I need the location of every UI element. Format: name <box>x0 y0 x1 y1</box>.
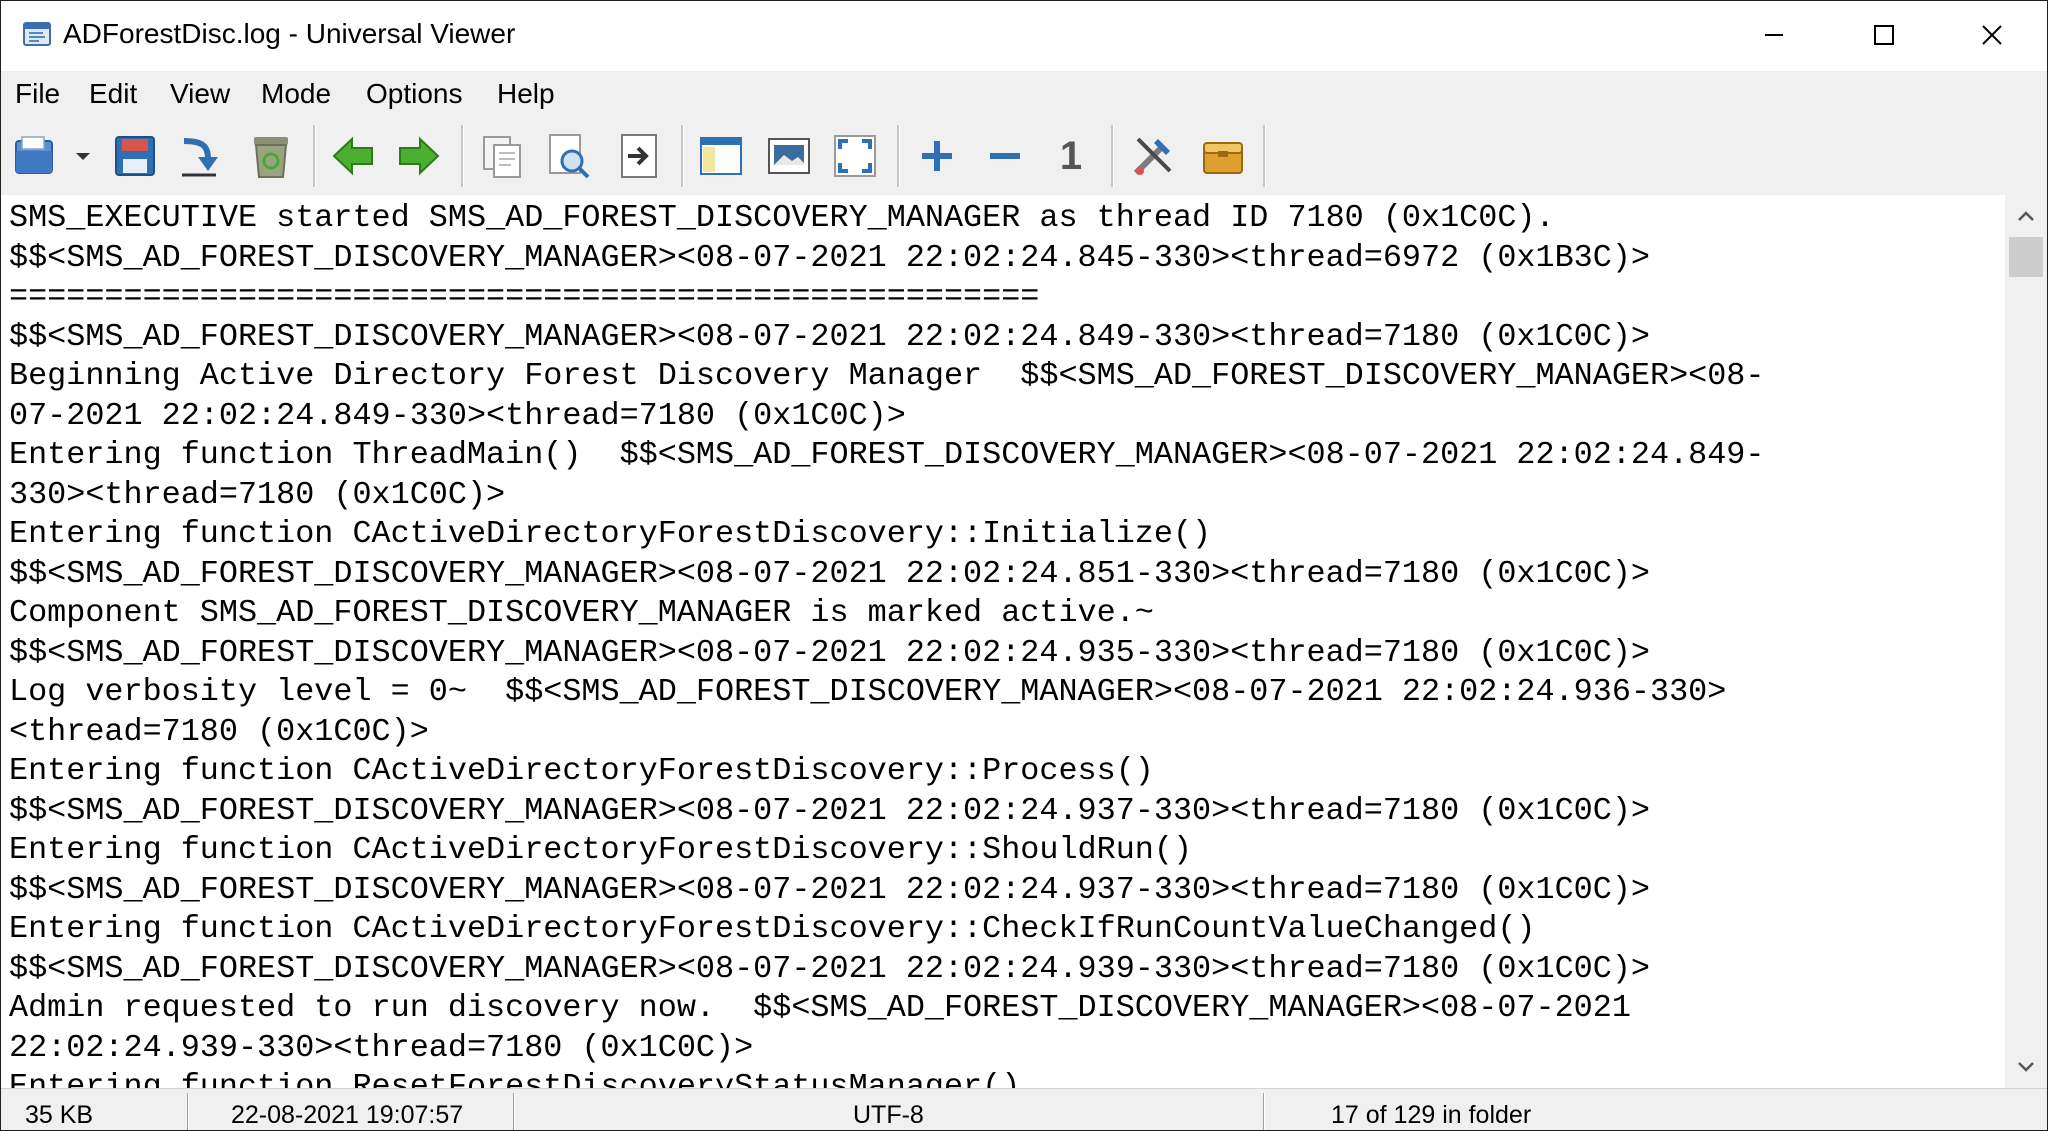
log-line: $$<SMS_AD_FOREST_DISCOVERY_MANAGER><08-0… <box>9 555 1650 592</box>
maximize-icon <box>1874 24 1894 45</box>
original-size-icon: 1 <box>1059 133 1083 178</box>
toolbar-separator <box>681 125 684 187</box>
status-encoding: UTF-8 <box>853 1101 924 1129</box>
chevron-down-icon <box>2018 1062 2034 1072</box>
status-position: 17 of 129 in folder <box>1331 1101 1532 1129</box>
text-view[interactable]: SMS_EXECUTIVE started SMS_AD_FOREST_DISC… <box>1 195 2005 1088</box>
log-line: $$<SMS_AD_FOREST_DISCOVERY_MANAGER><08-0… <box>9 792 1650 829</box>
status-divider <box>513 1093 515 1130</box>
save-button[interactable] <box>107 127 163 185</box>
log-line: Component SMS_AD_FOREST_DISCOVERY_MANAGE… <box>9 595 1154 631</box>
menu-file[interactable]: File <box>9 71 66 117</box>
log-line: 22:02:24.939-330><thread=7180 (0x1C0C)> <box>9 1029 754 1066</box>
panel-button[interactable] <box>693 127 749 185</box>
zoom-in-icon <box>922 141 952 171</box>
chevron-up-icon <box>2018 211 2034 221</box>
log-line: Entering function CActiveDirectoryForest… <box>9 753 1154 789</box>
toolbar-separator <box>1263 125 1266 187</box>
log-line: 07-2021 22:02:24.849-330><thread=7180 (0… <box>9 397 906 434</box>
original-size-button[interactable]: 1 <box>1043 127 1099 185</box>
minimize-button[interactable] <box>1719 1 1829 68</box>
print-icon <box>621 134 657 178</box>
log-line: Entering function CActiveDirectoryForest… <box>9 516 1212 552</box>
menu-edit[interactable]: Edit <box>83 71 143 117</box>
maximize-button[interactable] <box>1829 1 1939 68</box>
vertical-scrollbar[interactable] <box>2005 195 2047 1088</box>
copy-icon <box>483 136 521 178</box>
log-line: Entering function CActiveDirectoryForest… <box>9 832 1193 868</box>
status-divider <box>187 1093 189 1130</box>
image-button[interactable] <box>761 127 817 185</box>
app-window: ADForestDisc.log - Universal Viewer File… <box>0 0 2048 1131</box>
tools-button[interactable] <box>1125 127 1181 185</box>
log-line: <thread=7180 (0x1C0C)> <box>9 713 429 750</box>
log-line: $$<SMS_AD_FOREST_DISCOVERY_MANAGER><08-0… <box>9 239 1650 276</box>
log-line: Entering function ResetForestDiscoverySt… <box>9 1069 1021 1088</box>
log-line: ========================================… <box>9 279 1040 315</box>
menu-options[interactable]: Options <box>360 71 469 117</box>
tools-icon <box>1133 137 1172 176</box>
fullscreen-button[interactable] <box>827 127 883 185</box>
panel-icon <box>700 137 742 175</box>
next-file-button[interactable] <box>391 127 447 185</box>
menu-view[interactable]: View <box>164 71 236 117</box>
toolbar-separator <box>897 125 900 187</box>
open-button[interactable] <box>7 127 63 185</box>
status-divider <box>1263 1093 1265 1130</box>
status-file-date: 22-08-2021 19:07:57 <box>231 1101 464 1129</box>
minimize-icon <box>1765 33 1783 36</box>
zoom-in-button[interactable] <box>909 127 965 185</box>
delete-button[interactable] <box>243 127 299 185</box>
plugins-button[interactable] <box>1195 127 1251 185</box>
previous-file-icon <box>332 136 373 176</box>
close-button[interactable] <box>1937 1 2047 68</box>
status-file-size: 35 KB <box>25 1101 94 1129</box>
log-line: Entering function ThreadMain() $$<SMS_AD… <box>9 437 1765 473</box>
print-button[interactable] <box>611 127 667 185</box>
log-line: $$<SMS_AD_FOREST_DISCOVERY_MANAGER><08-0… <box>9 318 1650 355</box>
log-line: Admin requested to run discovery now. $$… <box>9 990 1631 1026</box>
save-icon <box>115 136 155 176</box>
zoom-out-button[interactable] <box>977 127 1033 185</box>
window-title: ADForestDisc.log - Universal Viewer <box>63 18 516 49</box>
toolbar: 1 <box>1 117 2047 196</box>
log-line: Log verbosity level = 0~ $$<SMS_AD_FORES… <box>9 674 1727 710</box>
zoom-out-icon <box>990 153 1020 159</box>
menu-mode[interactable]: Mode <box>255 71 337 117</box>
next-file-icon <box>399 136 440 176</box>
log-line: $$<SMS_AD_FOREST_DISCOVERY_MANAGER><08-0… <box>9 634 1650 671</box>
title-bar: ADForestDisc.log - Universal Viewer <box>1 1 2047 68</box>
previous-file-button[interactable] <box>325 127 381 185</box>
toolbar-separator <box>313 125 316 187</box>
scroll-up-button[interactable] <box>2005 195 2047 237</box>
recycle-bin-icon <box>254 137 288 178</box>
move-icon <box>182 138 218 177</box>
status-bar: 35 KB 22-08-2021 19:07:57 UTF-8 17 of 12… <box>1 1088 2047 1130</box>
find-button[interactable] <box>541 127 597 185</box>
log-line: Entering function CActiveDirectoryForest… <box>9 911 1536 947</box>
menu-bar: File Edit View Mode Options Help <box>1 71 2047 117</box>
scroll-thumb[interactable] <box>2009 237 2043 277</box>
open-dropdown-button[interactable] <box>63 127 103 185</box>
log-line: Beginning Active Directory Forest Discov… <box>9 358 1765 394</box>
log-line: 330><thread=7180 (0x1C0C)> <box>9 476 506 513</box>
fullscreen-icon <box>834 135 876 177</box>
move-button[interactable] <box>171 127 227 185</box>
plugins-icon <box>1203 142 1243 174</box>
log-line: SMS_EXECUTIVE started SMS_AD_FOREST_DISC… <box>9 200 1555 236</box>
close-icon <box>1982 24 2002 45</box>
menu-help[interactable]: Help <box>491 71 561 117</box>
scroll-down-button[interactable] <box>2005 1046 2047 1088</box>
log-line: $$<SMS_AD_FOREST_DISCOVERY_MANAGER><08-0… <box>9 871 1650 908</box>
toolbar-separator <box>1111 125 1114 187</box>
log-line: $$<SMS_AD_FOREST_DISCOVERY_MANAGER><08-0… <box>9 950 1650 987</box>
dropdown-arrow-icon <box>76 153 90 160</box>
image-icon <box>768 138 810 174</box>
find-icon <box>549 134 590 179</box>
open-icon <box>15 136 53 174</box>
toolbar-separator <box>461 125 464 187</box>
copy-button[interactable] <box>475 127 531 185</box>
app-icon <box>23 22 51 46</box>
